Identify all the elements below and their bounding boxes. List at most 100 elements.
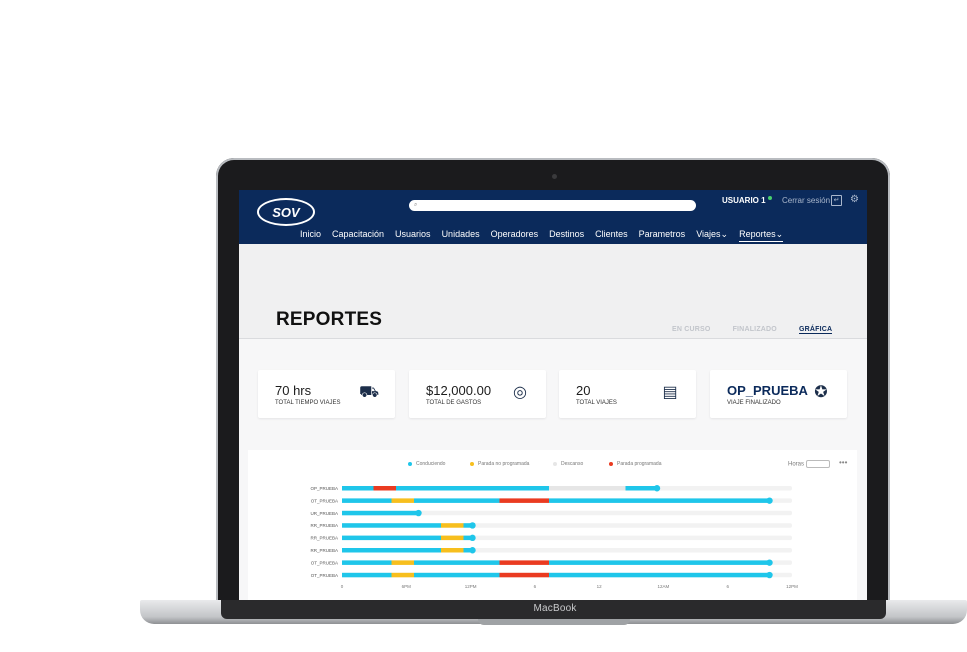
row-end-marker [469,534,476,542]
user-label: USUARIO 1 [722,196,766,205]
nav-usuarios[interactable]: Usuarios [395,229,431,242]
x-tick-label: 12PM [786,584,798,589]
row-end-marker [766,497,773,504]
x-tick-label: 12PM [465,584,477,589]
row-label: RR_PRUEBA [310,548,338,553]
stat-value: 70 hrs [275,383,312,398]
timeline-segment [342,535,441,541]
timeline-segment [499,572,549,578]
stat-label: TOTAL VIAJES [576,400,617,406]
nav-clientes[interactable]: Clientes [595,229,628,242]
legend-dot [609,461,613,466]
legend-conduciendo: Conduciendo [408,461,445,467]
legend-parada-no-programada: Parada no programada [470,461,529,467]
row-end-marker [469,547,476,554]
nav-capacitacion[interactable]: Capacitación [332,229,384,242]
stat-label: TOTAL TIEMPO VIAJES [275,400,341,406]
timeline-segment [549,572,770,578]
nav-reportes[interactable]: Reportes⌄ [739,229,784,242]
screen: SOV ⌕ USUARIO 1 Cerrar sesión ↵ ⚙ Inicio… [239,190,867,600]
timeline-segment [549,498,770,503]
row-end-marker [469,522,476,529]
timeline-segment [342,560,392,565]
timeline-segment [414,572,500,578]
timeline-segment [441,535,464,541]
row-label: RR_PRUEBA [310,536,338,541]
timeline-segment [499,498,549,503]
nav-operadores[interactable]: Operadores [491,229,539,242]
timeline-segment [342,548,441,553]
x-tick-label: 0 [341,584,344,589]
hours-selector[interactable]: Horas [788,460,831,468]
timeline-segment [391,572,414,578]
timeline-segment [396,486,549,491]
logout-link[interactable]: Cerrar sesión [782,196,830,205]
x-tick-label: 6 [534,584,537,589]
row-label: OT_PRUEBA [311,573,338,578]
legend-label: Parada programada [617,461,662,467]
stat-value: $12,000.00 [426,383,492,398]
legend-label: Parada no programada [478,461,530,467]
laptop-brand: MacBook [533,603,577,614]
legend-dot [470,461,474,466]
logout-icon[interactable]: ↵ [831,195,842,206]
stat-card-gastos[interactable]: $12,000.00 TOTAL DE GASTOS ◎ [409,370,546,418]
tab-grafica[interactable]: GRÁFICA [798,326,833,334]
laptop-notch [478,619,630,625]
main-nav: Inicio Capacitación Usuarios Unidades Op… [300,229,794,242]
stat-card-viajes[interactable]: 20 TOTAL VIAJES ▤ [559,370,696,418]
timeline-segment [549,560,770,565]
legend-label: Descanso [561,461,584,467]
tab-en-curso[interactable]: EN CURSO [672,326,711,334]
row-label: OT_PRUEBA [311,498,338,503]
truck-clock-icon: ⛟ [359,384,380,401]
timeline-segment [342,498,392,503]
online-status-icon [767,196,772,200]
timeline-segment [342,572,392,578]
search-input[interactable]: ⌕ [409,200,696,211]
row-label: OP_PRUEBA [310,486,338,491]
logo[interactable]: SOV [257,198,315,226]
x-tick-label: 6PM [402,584,412,589]
badge-icon: ✪ [814,384,828,401]
nav-inicio[interactable]: Inicio [300,229,321,242]
top-bar: SOV ⌕ USUARIO 1 Cerrar sesión ↵ ⚙ Inicio… [239,190,867,244]
legend-parada-programada: Parada programada [609,461,661,467]
tab-finalizado[interactable]: FINALIZADO [733,326,777,334]
x-tick-label: 12AM [658,584,670,589]
report-tabs: EN CURSO FINALIZADO GRÁFICA [672,326,833,334]
row-end-marker [766,571,773,579]
timeline-segment [342,523,441,528]
timeline-segment [414,560,500,565]
stat-label: TOTAL DE GASTOS [426,400,482,406]
page-title: REPORTES [276,309,383,330]
timeline-segment [625,486,657,491]
hours-label: Horas [788,461,805,468]
document-list-icon: ▤ [662,384,678,401]
timeline-segment [342,486,374,491]
more-options-icon[interactable]: ••• [839,458,847,467]
stat-card-tiempo[interactable]: 70 hrs TOTAL TIEMPO VIAJES ⛟ [258,370,395,418]
nav-parametros[interactable]: Parametros [639,229,686,242]
stat-card-finalizado[interactable]: OP_PRUEBA VIAJE FINALIZADO ✪ [710,370,847,418]
timeline-chart: OP_PRUEBA OT_PRUEBA UR_PRUEBA RR_PRUEBA RR_P… [310,485,798,589]
row-label: OT_PRUEBA [311,560,338,565]
nav-destinos[interactable]: Destinos [549,229,584,242]
coins-icon: ◎ [513,384,527,401]
row-end-marker [653,485,661,492]
legend-dot [553,461,557,466]
user-name[interactable]: USUARIO 1 [722,196,772,205]
camera [552,174,557,179]
gear-icon[interactable]: ⚙ [850,194,859,205]
x-tick-label: 12 [597,584,603,589]
timeline-segment [391,498,414,503]
timeline-segment [342,510,419,516]
timeline-segment [373,486,396,491]
nav-viajes[interactable]: Viajes⌄ [696,229,728,242]
row-end-marker [415,509,422,517]
legend-descanso: Descanso [553,461,583,467]
nav-unidades[interactable]: Unidades [442,229,480,242]
hours-dropdown[interactable] [806,460,831,468]
timeline-segment [499,560,549,565]
x-tick-label: 6 [726,584,729,589]
